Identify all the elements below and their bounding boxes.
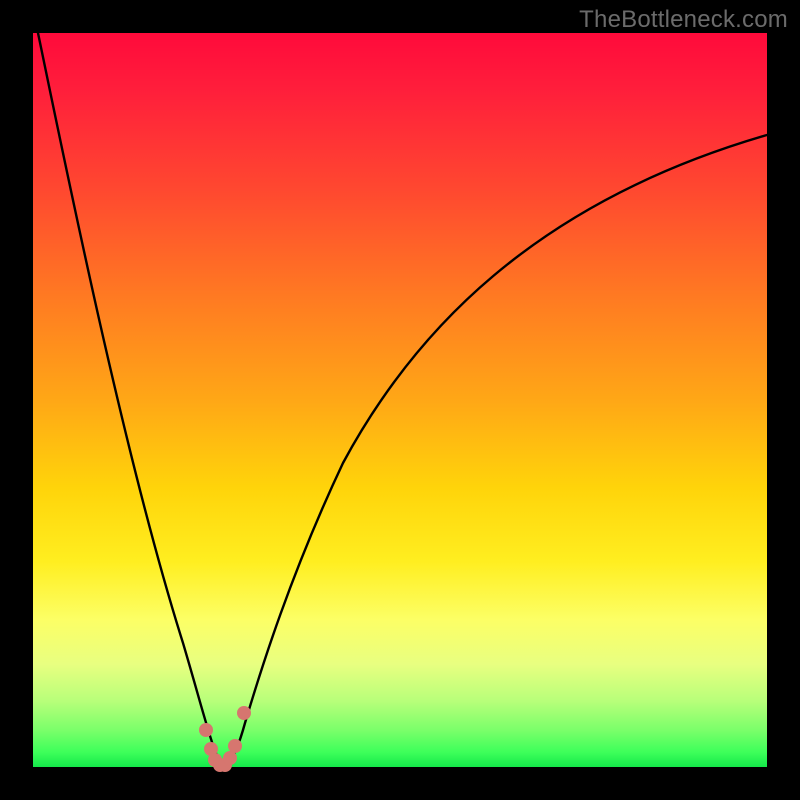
chart-frame: TheBottleneck.com (0, 0, 800, 800)
marker-dot (199, 723, 213, 737)
plot-area (33, 33, 767, 767)
watermark-text: TheBottleneck.com (579, 6, 788, 34)
marker-dot (228, 739, 242, 753)
marker-dot (223, 751, 237, 765)
marker-cluster (199, 706, 251, 772)
marker-dot (237, 706, 251, 720)
curve-layer (33, 33, 767, 767)
bottleneck-curve (38, 33, 767, 764)
